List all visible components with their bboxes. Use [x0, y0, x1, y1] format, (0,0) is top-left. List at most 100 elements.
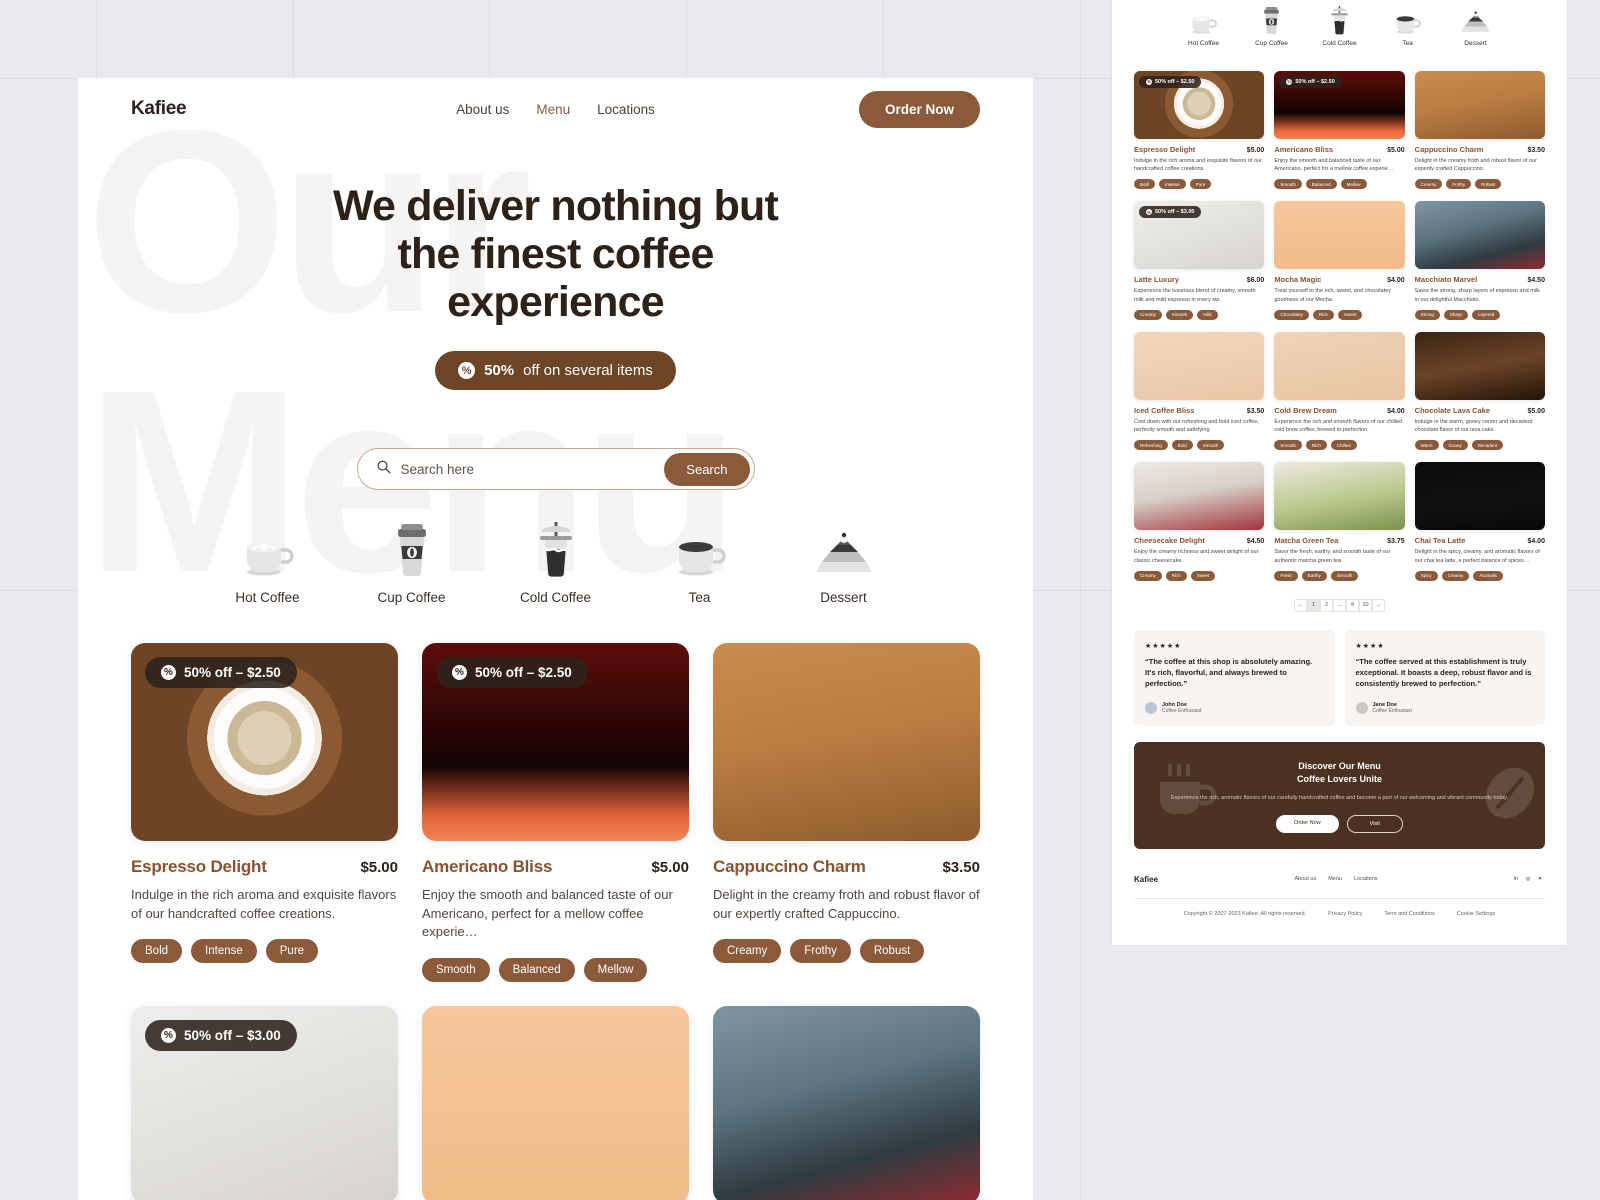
preview-product-thumbnail[interactable]: [1134, 462, 1265, 531]
product-thumbnail[interactable]: [713, 1005, 980, 1200]
preview-product-thumbnail[interactable]: [1414, 331, 1545, 400]
search-input[interactable]: [390, 461, 665, 477]
pagination-page-1[interactable]: 1: [1307, 598, 1320, 612]
preview-category-dessert[interactable]: Dessert: [1456, 7, 1496, 47]
preview-category-cold-coffee[interactable]: Cold Coffee: [1320, 5, 1360, 47]
pagination-page-2[interactable]: 2: [1320, 598, 1333, 612]
cta-visit-button[interactable]: Visit: [1346, 814, 1403, 833]
preview-product-thumbnail[interactable]: % 50% off – $3.00: [1134, 201, 1265, 270]
preview-product-tag[interactable]: Frothy: [1446, 179, 1472, 190]
preview-product-thumbnail[interactable]: [1274, 462, 1405, 531]
pagination-page-9[interactable]: 9: [1346, 598, 1359, 612]
x-icon[interactable]: ✕: [1538, 876, 1545, 883]
nav-link-about-us[interactable]: About us: [456, 102, 509, 117]
preview-product-tag[interactable]: Balanced: [1305, 179, 1337, 190]
pagination-next[interactable]: →: [1372, 598, 1385, 612]
product-tag[interactable]: Creamy: [713, 939, 782, 964]
preview-product-tag[interactable]: Spicy: [1414, 570, 1438, 581]
preview-product-tag[interactable]: Decadent: [1471, 440, 1504, 451]
preview-product-tag[interactable]: Sweet: [1337, 309, 1363, 320]
product-card[interactable]: Mocha Magic $4.00 Treat yourself to the …: [422, 1005, 689, 1200]
preview-product-thumbnail[interactable]: [1414, 70, 1545, 139]
preview-product-tag[interactable]: Earthy: [1301, 570, 1327, 581]
nav-link-locations[interactable]: Locations: [597, 102, 655, 117]
category-tea[interactable]: Tea: [660, 522, 740, 605]
preview-product-thumbnail[interactable]: [1414, 201, 1545, 270]
legal-link-terms[interactable]: Term and Conditions: [1384, 911, 1434, 917]
preview-product-card[interactable]: Matcha Green Tea $3.75 Savor the fresh, …: [1274, 462, 1405, 581]
product-card[interactable]: % 50% off – $3.00 Latte Luxury $6.00 Exp…: [131, 1005, 398, 1200]
product-card[interactable]: Macchiato Marvel $4.50 Savor the strong,…: [713, 1005, 980, 1200]
pagination-page-10[interactable]: 10: [1359, 598, 1372, 612]
brand-logo[interactable]: Kafiee: [131, 98, 187, 120]
preview-product-tag[interactable]: Mild: [1197, 309, 1218, 320]
preview-product-tag[interactable]: Robust: [1475, 179, 1502, 190]
preview-product-thumbnail[interactable]: % 50% off – $2.50: [1274, 70, 1405, 139]
category-cold-coffee[interactable]: Cold Coffee: [516, 522, 596, 605]
preview-product-tag[interactable]: Creamy: [1134, 309, 1162, 320]
preview-product-tag[interactable]: Rich: [1165, 570, 1187, 581]
footer-link-about-us[interactable]: About us: [1294, 876, 1316, 882]
preview-product-tag[interactable]: Layered: [1471, 309, 1501, 320]
preview-product-tag[interactable]: Sharp: [1443, 309, 1468, 320]
preview-product-tag[interactable]: Creamy: [1414, 179, 1443, 190]
category-hot-coffee[interactable]: Hot Coffee: [228, 522, 308, 605]
legal-link-cookie-settings[interactable]: Cookie Settings: [1457, 911, 1496, 917]
linkedin-icon[interactable]: in: [1514, 876, 1521, 883]
preview-product-card[interactable]: Chocolate Lava Cake $5.00 Indulge in the…: [1414, 331, 1545, 451]
product-tag[interactable]: Frothy: [790, 939, 851, 964]
preview-product-card[interactable]: % 50% off – $2.50 Espresso Delight $5.00…: [1134, 70, 1265, 190]
preview-product-tag[interactable]: Intense: [1159, 179, 1186, 190]
footer-link-menu[interactable]: Menu: [1328, 876, 1342, 882]
product-card[interactable]: Cappuccino Charm $3.50 Delight in the cr…: [713, 643, 980, 981]
product-tag[interactable]: Bold: [131, 939, 183, 964]
product-thumbnail[interactable]: % 50% off – $2.50: [422, 643, 689, 842]
preview-product-tag[interactable]: Gooey: [1442, 440, 1468, 451]
pagination-prev[interactable]: ←: [1294, 598, 1307, 612]
preview-product-card[interactable]: Cold Brew Dream $4.00 Experience the ric…: [1274, 331, 1405, 451]
product-card[interactable]: % 50% off – $2.50 Americano Bliss $5.00 …: [422, 643, 689, 982]
preview-product-tag[interactable]: Refreshing: [1134, 440, 1168, 451]
product-thumbnail[interactable]: % 50% off – $2.50: [131, 643, 398, 842]
category-cup-coffee[interactable]: Cup Coffee: [372, 522, 452, 605]
preview-product-tag[interactable]: Chocolatey: [1274, 309, 1309, 320]
preview-product-card[interactable]: % 50% off – $3.00 Latte Luxury $6.00 Exp…: [1134, 201, 1265, 320]
footer-brand-logo[interactable]: Kafiee: [1134, 875, 1158, 884]
preview-product-card[interactable]: Cheesecake Delight $4.50 Enjoy the cream…: [1134, 462, 1265, 581]
preview-product-card[interactable]: Mocha Magic $4.00 Treat yourself to the …: [1274, 201, 1405, 320]
preview-category-hot-coffee[interactable]: Hot Coffee: [1184, 7, 1224, 47]
search-button[interactable]: Search: [664, 452, 750, 486]
preview-product-tag[interactable]: Creamy: [1441, 570, 1470, 581]
preview-product-thumbnail[interactable]: % 50% off – $2.50: [1134, 70, 1265, 139]
search-bar[interactable]: Search: [356, 448, 755, 491]
product-thumbnail[interactable]: [422, 1005, 689, 1200]
preview-product-thumbnail[interactable]: [1274, 331, 1405, 400]
preview-product-tag[interactable]: Warm: [1414, 440, 1439, 451]
product-tag[interactable]: Robust: [859, 939, 925, 964]
preview-product-tag[interactable]: Strong: [1414, 309, 1440, 320]
category-dessert[interactable]: Dessert: [804, 522, 884, 605]
product-tag[interactable]: Pure: [265, 939, 319, 964]
product-tag[interactable]: Intense: [191, 939, 257, 964]
preview-product-tag[interactable]: Mellow: [1340, 179, 1367, 190]
preview-product-thumbnail[interactable]: [1414, 462, 1545, 531]
order-now-button[interactable]: Order Now: [858, 90, 980, 128]
preview-product-tag[interactable]: Creamy: [1134, 570, 1162, 581]
preview-product-tag[interactable]: Aromatic: [1473, 570, 1504, 581]
preview-product-tag[interactable]: Smooth: [1196, 440, 1225, 451]
preview-product-tag[interactable]: Chilled: [1330, 440, 1357, 451]
preview-product-card[interactable]: Chai Tea Latte $4.00 Delight in the spic…: [1414, 462, 1545, 581]
preview-product-tag[interactable]: Sweet: [1190, 570, 1216, 581]
pagination-page-...[interactable]: ...: [1333, 598, 1346, 612]
preview-product-thumbnail[interactable]: [1274, 201, 1405, 270]
preview-product-tag[interactable]: Rich: [1312, 309, 1334, 320]
preview-product-card[interactable]: Macchiato Marvel $4.50 Savor the strong,…: [1414, 201, 1545, 320]
preview-product-tag[interactable]: Smooth: [1274, 440, 1302, 451]
instagram-icon[interactable]: ◎: [1526, 876, 1533, 883]
preview-product-card[interactable]: Cappuccino Charm $3.50 Delight in the cr…: [1414, 70, 1545, 190]
preview-product-tag[interactable]: Smooth: [1165, 309, 1194, 320]
preview-product-card[interactable]: % 50% off – $2.50 Americano Bliss $5.00 …: [1274, 70, 1405, 190]
preview-product-card[interactable]: Iced Coffee Bliss $3.50 Cool down with o…: [1134, 331, 1265, 451]
product-tag[interactable]: Balanced: [498, 957, 575, 982]
preview-product-thumbnail[interactable]: [1134, 331, 1265, 400]
